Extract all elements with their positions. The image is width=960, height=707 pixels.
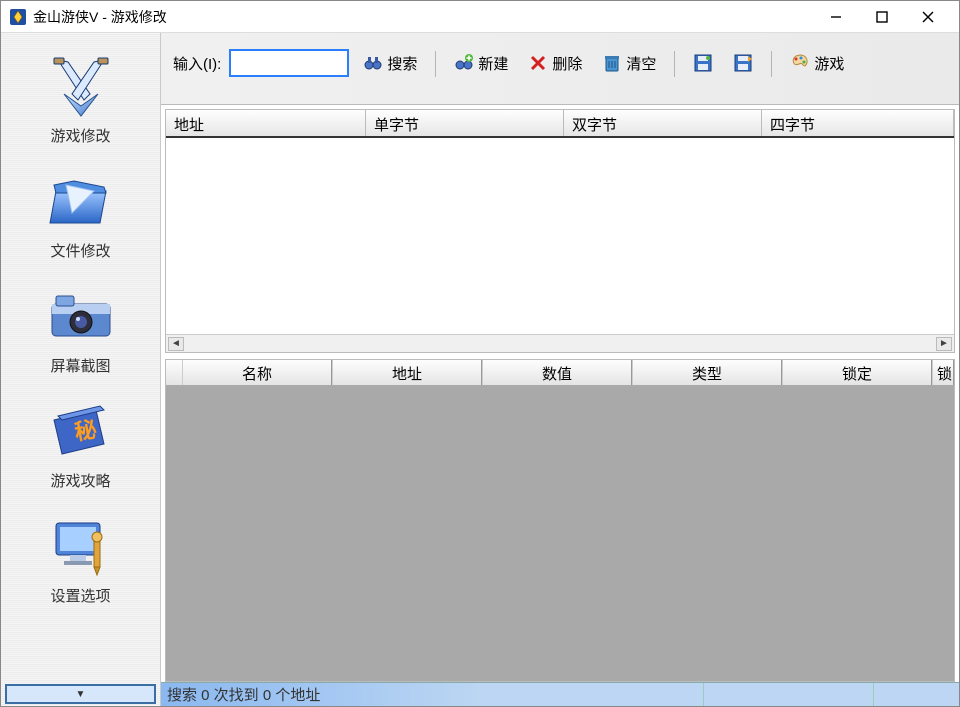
col2-value[interactable]: 数值	[482, 360, 632, 385]
clear-button[interactable]: 清空	[596, 49, 662, 77]
status-bar: 搜索 0 次找到 0 个地址	[161, 682, 959, 706]
sidebar-item-settings[interactable]: 设置选项	[1, 505, 160, 620]
col2-lock2[interactable]: 锁	[932, 360, 954, 385]
monitor-tools-icon	[41, 515, 121, 579]
new-button[interactable]: 新建	[448, 49, 514, 77]
scroll-left-icon[interactable]: ◄	[168, 337, 184, 351]
status-seg-2	[703, 683, 873, 706]
game-button[interactable]: 游戏	[784, 49, 850, 77]
close-button[interactable]	[905, 2, 951, 32]
floppy-icon	[693, 53, 713, 73]
h-scrollbar[interactable]: ◄ ►	[166, 334, 954, 352]
col-address[interactable]: 地址	[166, 110, 366, 136]
sidebar-item-label: 设置选项	[50, 585, 110, 606]
input-label: 输入(I):	[173, 49, 221, 74]
book-icon: 秘	[41, 400, 121, 464]
edit-table-body[interactable]	[166, 386, 954, 681]
col2-lock[interactable]: 锁定	[782, 360, 932, 385]
status-text: 搜索 0 次找到 0 个地址	[167, 684, 703, 705]
binoculars-icon	[363, 53, 383, 73]
sidebar-item-label: 游戏攻略	[50, 470, 110, 491]
edit-table: 名称 地址 数值 类型 锁定 锁	[165, 359, 955, 682]
floppy-arrow-icon	[733, 53, 753, 73]
toolbar: 输入(I): 搜索 新建	[161, 33, 959, 105]
status-seg-3	[873, 683, 953, 706]
col-dword[interactable]: 四字节	[762, 110, 954, 136]
camera-icon	[41, 285, 121, 349]
save-button-2[interactable]	[727, 49, 759, 77]
sidebar-item-label: 屏幕截图	[50, 355, 110, 376]
sidebar: 游戏修改 文件修改	[1, 33, 161, 706]
sidebar-item-screenshot[interactable]: 屏幕截图	[1, 275, 160, 390]
folder-icon	[41, 170, 121, 234]
minimize-button[interactable]	[813, 2, 859, 32]
window-title: 金山游侠V - 游戏修改	[33, 7, 813, 27]
palette-icon	[790, 53, 810, 73]
swords-icon	[41, 55, 121, 119]
result-table-body[interactable]	[166, 138, 954, 334]
col2-type[interactable]: 类型	[632, 360, 782, 385]
sidebar-item-file-modify[interactable]: 文件修改	[1, 160, 160, 275]
col-byte[interactable]: 单字节	[366, 110, 564, 136]
binoculars-plus-icon	[454, 53, 474, 73]
titlebar: 金山游侠V - 游戏修改	[1, 1, 959, 33]
scroll-right-icon[interactable]: ►	[936, 337, 952, 351]
maximize-button[interactable]	[859, 2, 905, 32]
chevron-down-icon: ▼	[76, 689, 86, 700]
result-table: 地址 单字节 双字节 四字节 ◄ ►	[165, 109, 955, 353]
search-button[interactable]: 搜索	[357, 49, 423, 77]
save-button-1[interactable]	[687, 49, 719, 77]
sidebar-item-guide[interactable]: 秘 游戏攻略	[1, 390, 160, 505]
value-input[interactable]	[229, 49, 349, 77]
col-word[interactable]: 双字节	[564, 110, 762, 136]
svg-text:秘: 秘	[72, 416, 98, 444]
trash-icon	[602, 53, 622, 73]
sidebar-item-label: 文件修改	[50, 240, 110, 261]
sidebar-item-game-modify[interactable]: 游戏修改	[1, 45, 160, 160]
app-icon	[9, 8, 27, 26]
col2-name[interactable]: 名称	[182, 360, 332, 385]
sidebar-scroll-down[interactable]: ▼	[5, 684, 156, 704]
delete-button[interactable]: 删除	[522, 49, 588, 77]
col2-address[interactable]: 地址	[332, 360, 482, 385]
x-red-icon	[528, 53, 548, 73]
sidebar-item-label: 游戏修改	[50, 125, 110, 146]
